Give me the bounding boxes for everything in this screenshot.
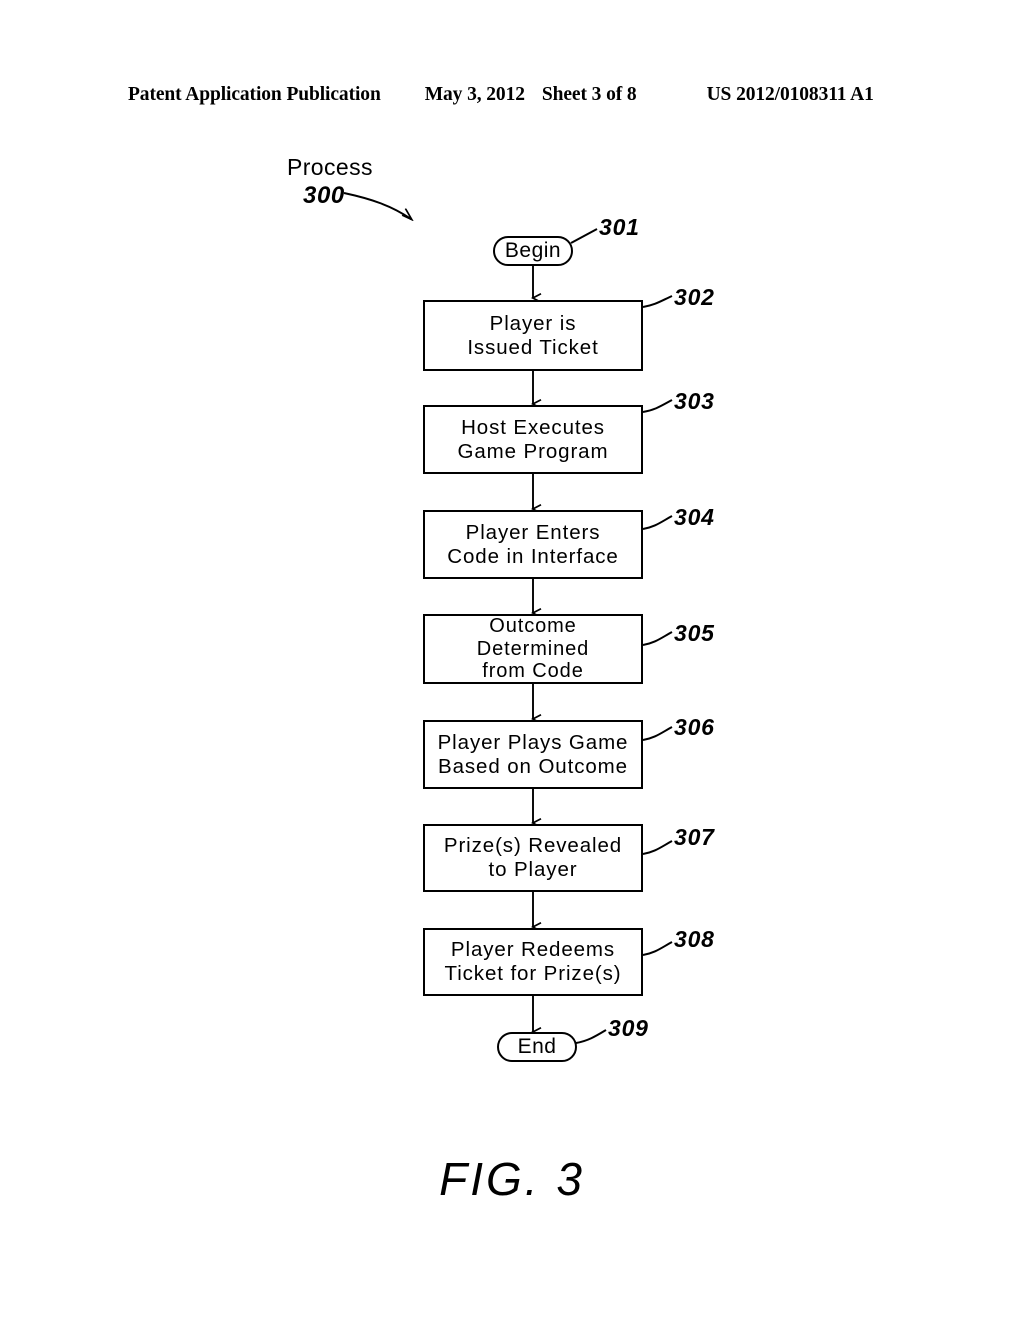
flow-node-player-redeems-ticket[interactable]: Player Redeems Ticket for Prize(s) xyxy=(423,928,643,996)
flow-node-end-label: End xyxy=(517,1034,557,1058)
process-number: 300 xyxy=(303,182,345,209)
reference-numeral-308: 308 xyxy=(674,926,715,952)
flow-node-306-label: Player Plays Game Based on Outcome xyxy=(437,730,629,778)
flow-node-begin[interactable]: Begin xyxy=(493,236,573,266)
flow-node-305-label: Outcome Determined from Code xyxy=(476,615,590,683)
flow-node-player-enters-code[interactable]: Player Enters Code in Interface xyxy=(423,510,643,579)
flow-node-begin-label: Begin xyxy=(504,238,562,262)
flow-node-prizes-revealed[interactable]: Prize(s) Revealed to Player xyxy=(423,824,643,892)
flow-node-304-label: Player Enters Code in Interface xyxy=(447,520,619,568)
reference-numeral-307: 307 xyxy=(674,824,715,850)
figure-caption: FIG. 3 xyxy=(439,1153,585,1205)
flow-node-302-label: Player is Issued Ticket xyxy=(467,311,599,359)
flow-node-outcome-determined[interactable]: Outcome Determined from Code xyxy=(423,614,643,684)
flow-node-player-issued-ticket[interactable]: Player is Issued Ticket xyxy=(423,300,643,371)
reference-numeral-305: 305 xyxy=(674,620,715,646)
flow-node-308-label: Player Redeems Ticket for Prize(s) xyxy=(444,938,622,985)
reference-numeral-301: 301 xyxy=(599,214,640,240)
reference-numeral-304: 304 xyxy=(674,504,715,530)
flow-node-303-label: Host Executes Game Program xyxy=(457,415,609,463)
reference-numeral-303: 303 xyxy=(674,388,715,414)
flow-node-307-label: Prize(s) Revealed to Player xyxy=(443,834,623,881)
figure-drawing-area: Process 300 Begin 301 Player is Issued T… xyxy=(0,0,1024,1320)
flow-node-host-executes-game-program[interactable]: Host Executes Game Program xyxy=(423,405,643,474)
flow-node-end[interactable]: End xyxy=(497,1032,577,1062)
reference-numeral-302: 302 xyxy=(674,284,715,310)
reference-numeral-309: 309 xyxy=(608,1015,649,1041)
reference-numeral-306: 306 xyxy=(674,714,715,740)
process-label: Process xyxy=(287,154,373,180)
flow-node-player-plays-game[interactable]: Player Plays Game Based on Outcome xyxy=(423,720,643,789)
